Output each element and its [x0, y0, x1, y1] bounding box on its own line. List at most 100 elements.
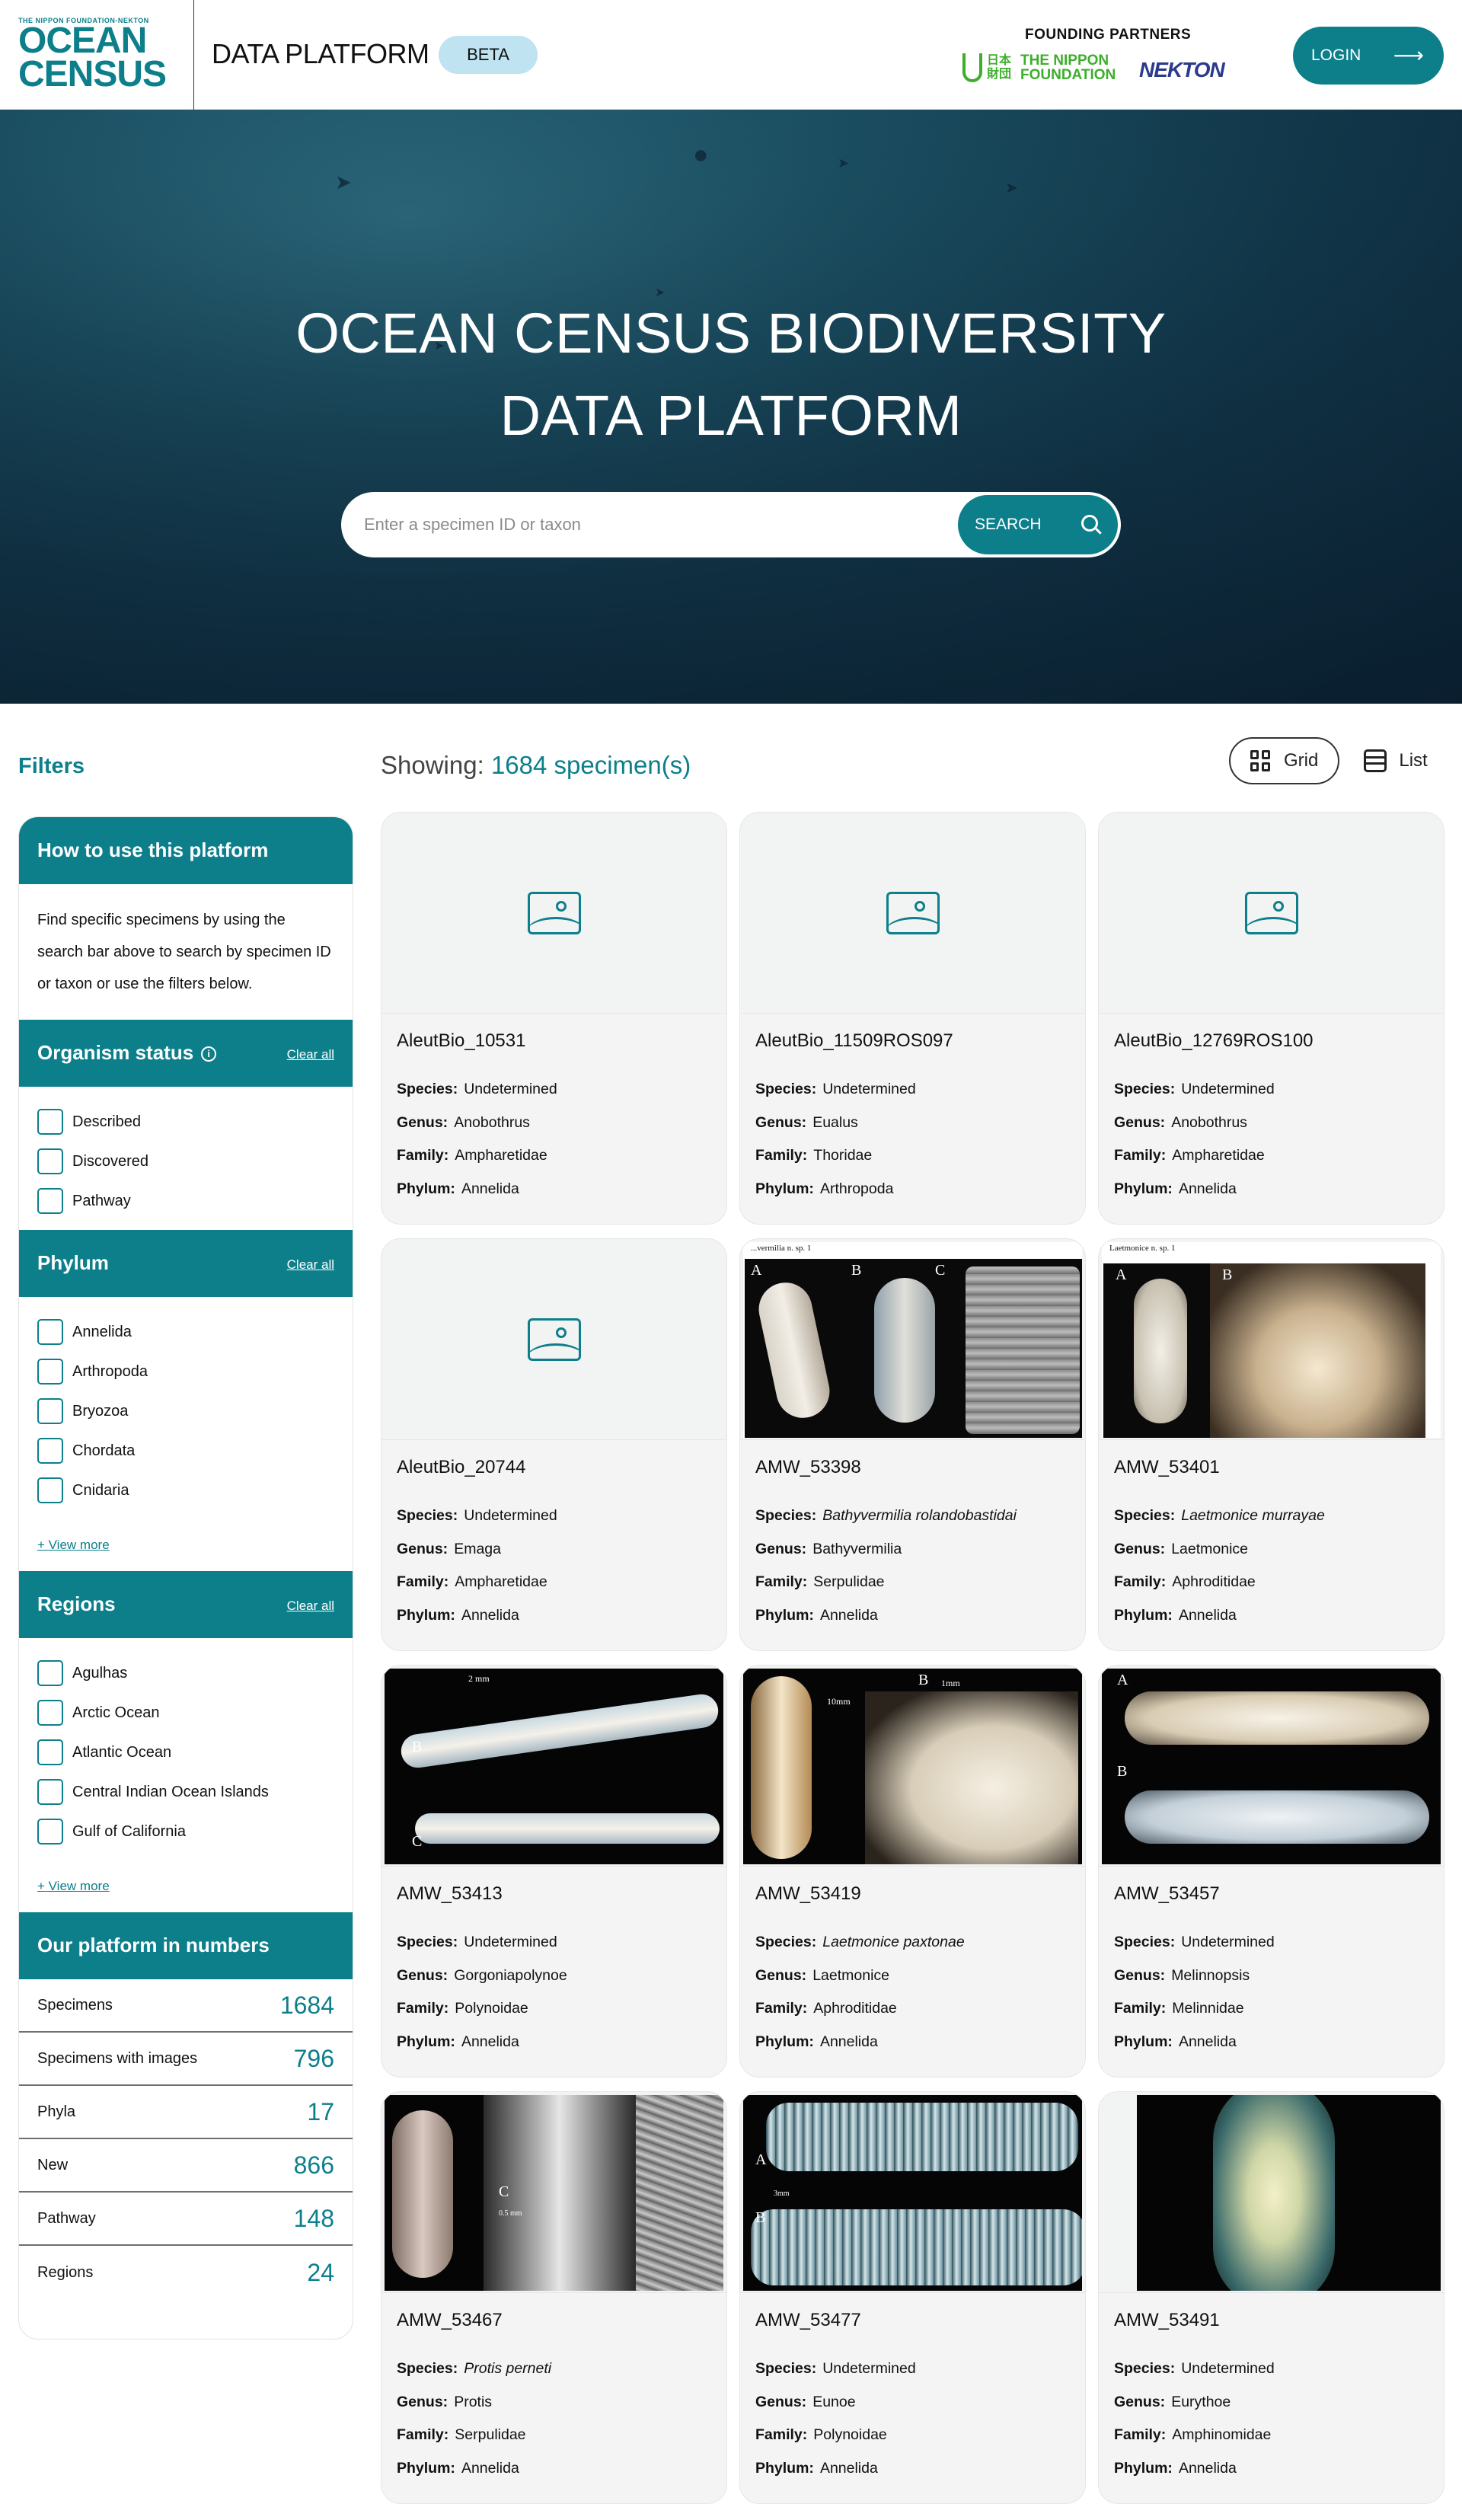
filter-option-discovered[interactable]: Discovered — [37, 1142, 334, 1181]
specimen-card[interactable]: C 0.5 mm AMW_53467 Species: Protis pernet… — [381, 2091, 727, 2504]
checkbox[interactable] — [37, 1109, 63, 1135]
specimen-card[interactable]: Laetmonice n. sp. 1 A B AMW_53401 Specie… — [1098, 1238, 1444, 1651]
phylum-field: Phylum: Annelida — [397, 2033, 567, 2067]
filter-option-cnidaria[interactable]: Cnidaria — [37, 1471, 334, 1510]
specimen-card[interactable]: A B 3mm AMW_53477 Species: Undetermined G… — [739, 2091, 1086, 2504]
how-to-title: How to use this platform — [37, 838, 269, 861]
checkbox[interactable] — [37, 1398, 63, 1424]
specimen-id: AleutBio_11509ROS097 — [755, 1030, 953, 1051]
species-value: Undetermined — [1181, 2360, 1275, 2377]
field-label: Genus: — [397, 1966, 448, 1984]
phylum-field: Phylum: Annelida — [755, 2033, 965, 2067]
genus-value: Protis — [454, 2393, 493, 2410]
phylum-field: Phylum: Annelida — [1114, 1607, 1325, 1640]
phylum-view-more-link[interactable]: + View more — [19, 1519, 353, 1571]
phylum-value: Annelida — [819, 2459, 878, 2477]
phylum-value: Annelida — [819, 2033, 878, 2050]
stat-row: Specimens with images 796 — [19, 2033, 353, 2086]
ocean-census-logo[interactable]: THE NIPPON FOUNDATION-NEKTON OCEAN CENSU… — [18, 17, 178, 93]
field-label: Family: — [755, 1147, 808, 1164]
checkbox[interactable] — [37, 1148, 63, 1174]
phylum-field: Phylum: Annelida — [755, 2460, 916, 2493]
checkbox[interactable] — [37, 1477, 63, 1503]
organism-status-clear-all[interactable]: Clear all — [287, 1047, 334, 1062]
specimen-fields: Species: Undetermined Genus: Eualus Family… — [755, 1081, 916, 1213]
species-value: Undetermined — [464, 1507, 557, 1524]
genus-value: Anobothrus — [454, 1113, 530, 1131]
panel-label: B — [755, 2209, 766, 2226]
specimen-image — [381, 813, 726, 1014]
regions-clear-all[interactable]: Clear all — [287, 1599, 334, 1614]
phylum-value: Annelida — [461, 1606, 519, 1624]
specimen-card[interactable]: AleutBio_20744 Species: Undetermined Genu… — [381, 1238, 727, 1651]
specimen-body — [398, 1691, 721, 1771]
option-label: Central Indian Ocean Islands — [72, 1783, 269, 1800]
filter-option-annelida[interactable]: Annelida — [37, 1312, 334, 1352]
specimen-card[interactable]: B 10mm 1mm AMW_53419 Species: Laetmonice … — [739, 1665, 1086, 2078]
field-label: Phylum: — [755, 2033, 814, 2050]
organism-status-options: Described Discovered Pathway — [19, 1087, 353, 1230]
filter-option-described[interactable]: Described — [37, 1102, 334, 1142]
field-label: Family: — [1114, 2000, 1167, 2017]
specimen-card[interactable]: ...vermilia n. sp. 1 A B C AMW_53398 Spe… — [739, 1238, 1086, 1651]
genus-field: Genus: Emaga — [397, 1541, 557, 1574]
checkbox[interactable] — [37, 1188, 63, 1214]
phylum-field: Phylum: Annelida — [1114, 1180, 1275, 1214]
filter-option-chordata[interactable]: Chordata — [37, 1431, 334, 1471]
specimen-fields: Species: Undetermined Genus: Gorgoniapolyn… — [397, 1934, 567, 2066]
phylum-value: Annelida — [1178, 2033, 1237, 2050]
checkbox[interactable] — [37, 1438, 63, 1464]
login-button[interactable]: LOGIN ⟶ — [1293, 27, 1444, 85]
specimen-photo: C 0.5 mm — [385, 2095, 723, 2291]
family-value: Amphinomidae — [1172, 2426, 1272, 2443]
specimen-card[interactable]: AleutBio_11509ROS097 Species: Undetermine… — [739, 812, 1086, 1225]
specimen-fields: Species: Undetermined Genus: Eurythoe Fami… — [1114, 2360, 1275, 2493]
search-button[interactable]: SEARCH — [958, 495, 1118, 554]
stat-value: 866 — [293, 2151, 334, 2179]
checkbox[interactable] — [37, 1319, 63, 1345]
info-icon[interactable]: i — [201, 1046, 217, 1062]
regions-header: Regions Clear all — [19, 1571, 353, 1638]
species-value: Undetermined — [464, 1081, 557, 1097]
filter-option-arthropoda[interactable]: Arthropoda — [37, 1352, 334, 1391]
filter-option-bryozoa[interactable]: Bryozoa — [37, 1391, 334, 1431]
phylum-field: Phylum: Annelida — [397, 1180, 557, 1214]
species-field: Species: Undetermined — [1114, 1934, 1275, 1967]
list-view-button[interactable]: List — [1344, 737, 1447, 784]
field-label: Species: — [397, 2360, 458, 2377]
panel-label: A — [751, 1262, 762, 1279]
search-input[interactable] — [364, 492, 943, 557]
specimen-fields: Species: Undetermined Genus: Eunoe Family:… — [755, 2360, 916, 2493]
checkbox[interactable] — [37, 1359, 63, 1385]
filter-option-pathway[interactable]: Pathway — [37, 1181, 334, 1221]
specimen-card[interactable]: AMW_53491 Species: Undetermined Genus: Eur… — [1098, 2091, 1444, 2504]
specimen-card[interactable]: AleutBio_10531 Species: Undetermined Genu… — [381, 812, 727, 1225]
filter-option-central-indian-ocean-islands[interactable]: Central Indian Ocean Islands — [37, 1772, 334, 1812]
checkbox[interactable] — [37, 1660, 63, 1686]
filter-option-arctic-ocean[interactable]: Arctic Ocean — [37, 1693, 334, 1733]
specimen-sem — [966, 1266, 1080, 1434]
nippon-foundation-logo[interactable]: 日本 財団 THE NIPPON FOUNDATION — [962, 53, 1116, 82]
specimen-id: AMW_53401 — [1114, 1457, 1220, 1477]
specimen-id: AMW_53413 — [397, 1883, 503, 1904]
phylum-clear-all[interactable]: Clear all — [287, 1257, 334, 1273]
filter-option-atlantic-ocean[interactable]: Atlantic Ocean — [37, 1733, 334, 1772]
filter-option-agulhas[interactable]: Agulhas — [37, 1653, 334, 1693]
field-label: Species: — [755, 2360, 817, 2377]
checkbox[interactable] — [37, 1700, 63, 1726]
specimen-card[interactable]: A B AMW_53457 Species: Undetermined Genus… — [1098, 1665, 1444, 2078]
grid-view-button[interactable]: Grid — [1229, 737, 1340, 784]
specimen-id: AMW_53457 — [1114, 1883, 1220, 1904]
checkbox[interactable] — [37, 1739, 63, 1765]
checkbox[interactable] — [37, 1779, 63, 1805]
nekton-logo[interactable]: NEKTON — [1139, 58, 1225, 82]
specimen-card[interactable]: B C 2 mm AMW_53413 Species: Undetermined … — [381, 1665, 727, 2078]
phylum-field: Phylum: Annelida — [1114, 2033, 1275, 2067]
field-label: Species: — [755, 1507, 817, 1524]
filter-option-gulf-of-california[interactable]: Gulf of California — [37, 1812, 334, 1851]
checkbox[interactable] — [37, 1819, 63, 1844]
regions-title: Regions — [37, 1592, 116, 1615]
regions-view-more-link[interactable]: + View more — [19, 1860, 353, 1912]
specimen-body — [751, 1676, 812, 1859]
specimen-card[interactable]: AleutBio_12769ROS100 Species: Undetermine… — [1098, 812, 1444, 1225]
